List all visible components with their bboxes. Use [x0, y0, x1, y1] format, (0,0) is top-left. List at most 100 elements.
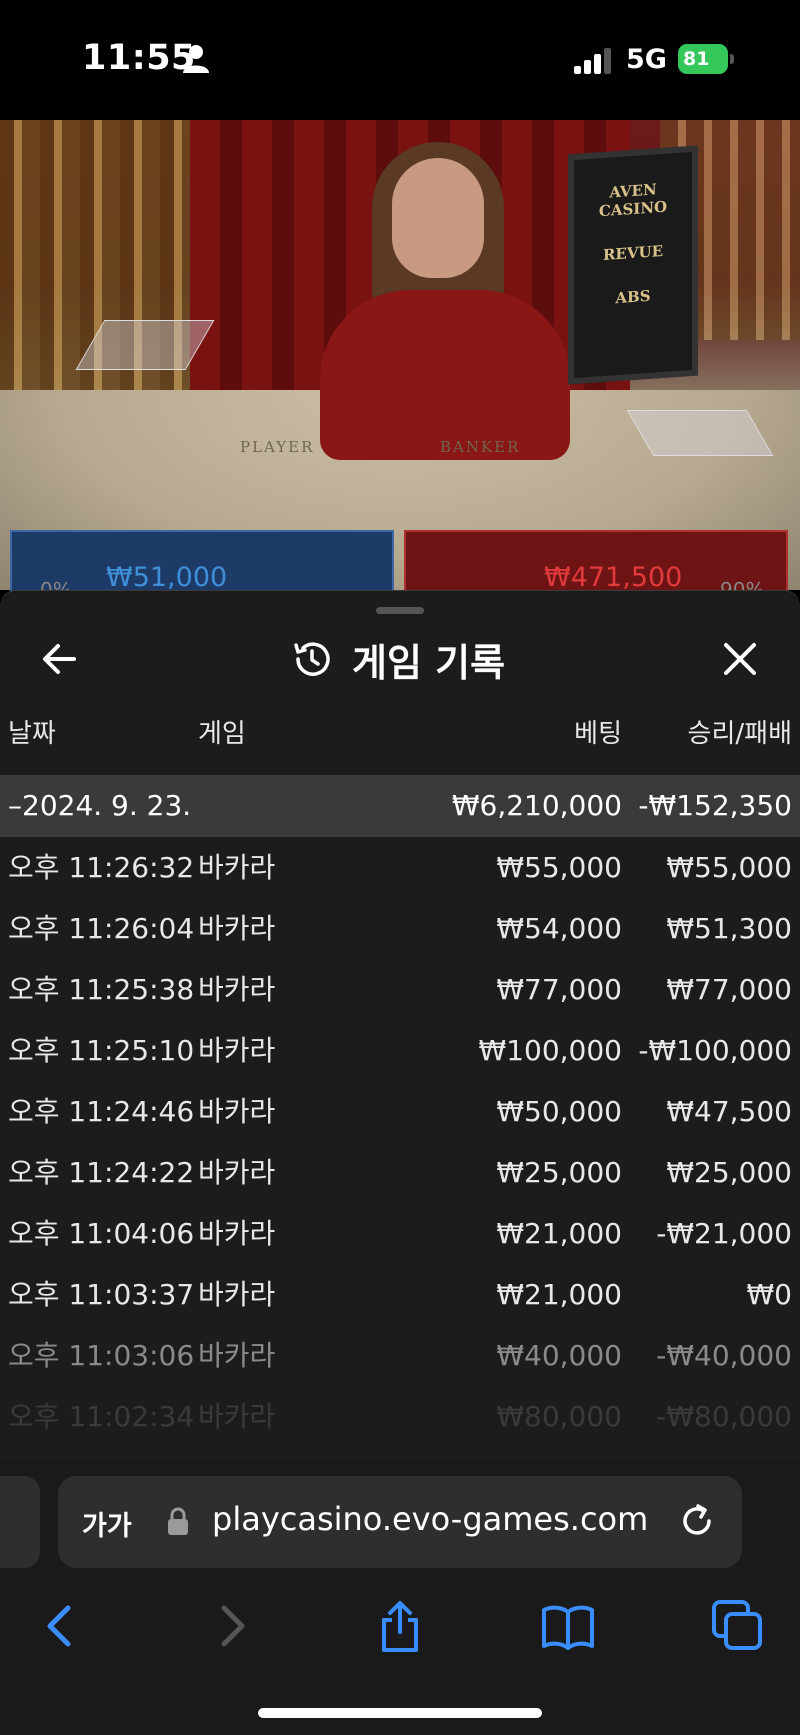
row-bet: ₩77,000 [496, 973, 622, 1006]
row-game: 바카라 [198, 912, 276, 945]
sheet-title: 게임 기록 [352, 640, 506, 685]
sheet-grabber[interactable] [376, 607, 424, 614]
header-bet: 베팅 [574, 719, 622, 749]
previous-tab-preview[interactable] [0, 1476, 40, 1568]
book-icon[interactable] [540, 1598, 596, 1654]
arrow-left-icon[interactable] [38, 637, 82, 681]
sponsor-revue: REVUE [602, 241, 664, 265]
address-bar[interactable]: 가가 playcasino.evo-games.com [58, 1476, 742, 1568]
row-time: 오후 11:04:06 [8, 1217, 195, 1250]
table-label-banker: BANKER [440, 438, 521, 456]
history-row[interactable]: 오후 11:25:38 바카라 ₩77,000 ₩77,000 [0, 959, 800, 1020]
status-time: 11:55 [82, 38, 196, 78]
banker-bet-amount: ₩471,500 [544, 562, 683, 593]
row-time: 오후 11:03:06 [8, 1339, 195, 1372]
person-icon [183, 45, 209, 73]
group-date: –2024. 9. 23. [8, 789, 192, 822]
history-row[interactable]: 오후 11:03:06 바카라 ₩40,000 -₩40,000 [0, 1325, 800, 1386]
sheet-header: 게임 기록 [290, 631, 505, 687]
gold-lattice-left [0, 120, 190, 420]
row-result: -₩80,000 [656, 1400, 792, 1433]
row-bet: ₩21,000 [496, 1278, 622, 1311]
row-bet: ₩50,000 [496, 1095, 622, 1128]
row-time: 오후 11:02:34 [8, 1400, 195, 1433]
history-row[interactable]: 오후 11:26:04 바카라 ₩54,000 ₩51,300 [0, 898, 800, 959]
row-game: 바카라 [198, 1095, 276, 1128]
row-result: ₩77,000 [666, 973, 792, 1006]
reload-icon[interactable] [678, 1502, 716, 1540]
row-bet: ₩100,000 [478, 1034, 622, 1067]
date-group-row[interactable]: –2024. 9. 23. ₩6,210,000 -₩152,350 [0, 775, 800, 837]
header-date: 날짜 [8, 719, 56, 749]
row-bet: ₩25,000 [496, 1156, 622, 1189]
sponsor-abs: ABS [615, 286, 651, 308]
row-time: 오후 11:24:22 [8, 1156, 195, 1189]
row-bet: ₩80,000 [496, 1400, 622, 1433]
table-label-player: PLAYER [240, 438, 315, 456]
row-result: ₩25,000 [666, 1156, 792, 1189]
chevron-right-icon[interactable] [204, 1598, 260, 1654]
row-result: ₩51,300 [666, 912, 792, 945]
row-time: 오후 11:24:46 [8, 1095, 195, 1128]
share-icon[interactable] [372, 1598, 428, 1654]
row-bet: ₩40,000 [496, 1339, 622, 1372]
dealer-face [392, 158, 484, 278]
row-game: 바카라 [198, 1034, 276, 1067]
history-row[interactable]: 오후 11:04:06 바카라 ₩21,000 -₩21,000 [0, 1203, 800, 1264]
row-result: ₩0 [746, 1278, 793, 1311]
browser-toolbar [0, 1570, 800, 1735]
row-time: 오후 11:03:37 [8, 1278, 195, 1311]
sponsor-aven: AVEN CASINO [598, 180, 668, 221]
history-row[interactable]: 오후 11:24:22 바카라 ₩25,000 ₩25,000 [0, 1142, 800, 1203]
row-result: ₩47,500 [666, 1095, 792, 1128]
row-bet: ₩54,000 [496, 912, 622, 945]
tabs-icon[interactable] [710, 1598, 766, 1654]
row-time: 오후 11:25:10 [8, 1034, 195, 1067]
row-game: 바카라 [198, 1278, 276, 1311]
history-row[interactable]: 오후 11:03:37 바카라 ₩21,000 ₩0 [0, 1264, 800, 1325]
row-game: 바카라 [198, 1339, 276, 1372]
url-text[interactable]: playcasino.evo-games.com [212, 1500, 648, 1538]
browser-address-area: 가가 playcasino.evo-games.com [0, 1460, 800, 1570]
close-icon[interactable] [718, 637, 762, 681]
row-time: 오후 11:26:04 [8, 912, 195, 945]
row-time: 오후 11:25:38 [8, 973, 195, 1006]
battery-cap [730, 54, 734, 64]
group-result-total: -₩152,350 [638, 789, 792, 822]
row-result: ₩55,000 [666, 851, 792, 884]
dealer-body [320, 290, 570, 460]
row-result: -₩40,000 [656, 1339, 792, 1372]
row-game: 바카라 [198, 1217, 276, 1250]
battery-indicator: 81 [678, 44, 734, 74]
row-result: -₩21,000 [656, 1217, 792, 1250]
history-icon [294, 642, 330, 676]
live-video-stream: AVEN CASINO REVUE ABS PLAYER BANKER [0, 120, 800, 590]
group-bet-total: ₩6,210,000 [451, 789, 622, 822]
network-type: 5G [626, 44, 667, 75]
row-bet: ₩21,000 [496, 1217, 622, 1250]
history-row[interactable]: 오후 11:24:46 바카라 ₩50,000 ₩47,500 [0, 1081, 800, 1142]
header-result: 승리/패배 [687, 719, 792, 749]
lock-icon [168, 1507, 188, 1535]
row-game: 바카라 [198, 1156, 276, 1189]
game-history-sheet: 게임 기록 날짜 게임 베팅 승리/패배 –2024. 9. 23. ₩6,21… [0, 590, 800, 1460]
status-bar: 11:55 5G 81 [0, 0, 800, 120]
row-result: -₩100,000 [638, 1034, 792, 1067]
cellular-signal-icon [574, 48, 611, 74]
battery-level: 81 [678, 44, 728, 74]
casino-sponsor-screen: AVEN CASINO REVUE ABS [568, 145, 698, 385]
history-row[interactable]: 오후 11:26:32 바카라 ₩55,000 ₩55,000 [0, 837, 800, 898]
home-indicator[interactable] [258, 1708, 542, 1718]
table-header: 날짜 게임 베팅 승리/패배 [0, 713, 800, 763]
header-game: 게임 [198, 719, 246, 749]
row-game: 바카라 [198, 973, 276, 1006]
chevron-left-icon[interactable] [32, 1598, 88, 1654]
player-bet-amount: ₩51,000 [106, 562, 228, 593]
history-row[interactable]: 오후 11:02:34 바카라 ₩80,000 -₩80,000 [0, 1386, 800, 1447]
row-bet: ₩55,000 [496, 851, 622, 884]
text-size-button[interactable]: 가가 [82, 1504, 132, 1543]
history-row[interactable]: 오후 11:25:10 바카라 ₩100,000 -₩100,000 [0, 1020, 800, 1081]
row-game: 바카라 [198, 1400, 276, 1433]
row-game: 바카라 [198, 851, 276, 884]
row-time: 오후 11:26:32 [8, 851, 195, 884]
